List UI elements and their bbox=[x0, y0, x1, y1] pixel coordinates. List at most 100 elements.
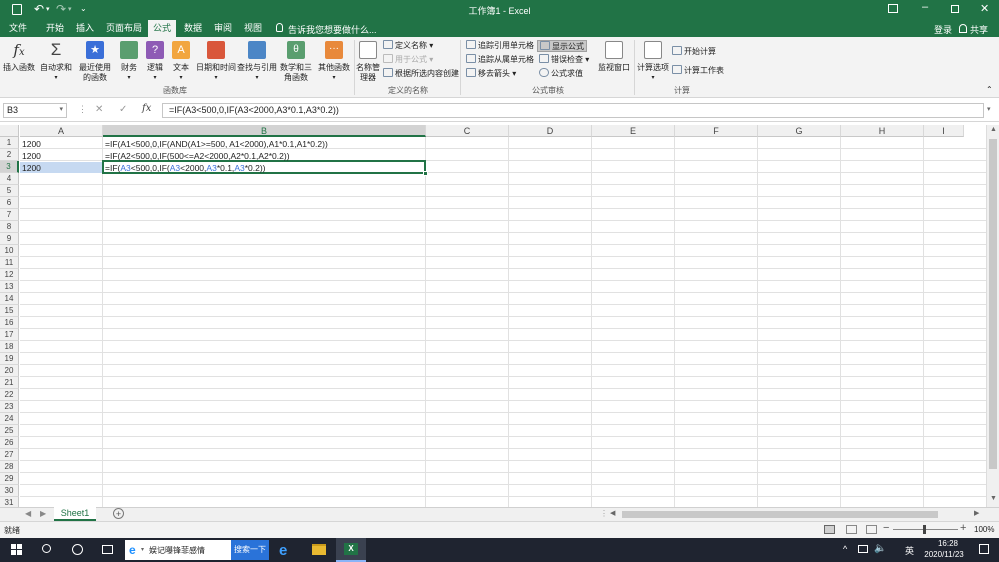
horizontal-scrollbar[interactable]: ◀ ▶ bbox=[608, 509, 986, 520]
insert-function-icon[interactable]: fx bbox=[142, 103, 151, 114]
clock-time[interactable]: 16:28 bbox=[928, 539, 968, 548]
edge-icon[interactable]: e bbox=[279, 542, 287, 559]
tab-data[interactable]: 数据 bbox=[180, 20, 206, 37]
watch-glasses-icon bbox=[605, 41, 623, 59]
tab-insert[interactable]: 插入 bbox=[72, 20, 98, 37]
calculator-icon bbox=[644, 41, 662, 59]
dropdown-icon: ▾ bbox=[141, 547, 145, 553]
calculate-now-button[interactable]: 开始计算 bbox=[672, 46, 716, 58]
add-sheet-icon[interactable]: + bbox=[113, 508, 124, 519]
clock-date[interactable]: 2020/11/23 bbox=[916, 550, 972, 559]
expand-formula-bar-icon[interactable]: ▾ bbox=[987, 105, 991, 113]
normal-view-icon[interactable] bbox=[824, 525, 835, 534]
worksheet-grid[interactable]: ABCDEFGHI 1 2 3 4 5 6 7 8 9 10 11 12 13 14 15 16 17 18 19 2… bbox=[0, 125, 999, 509]
cortana-icon[interactable] bbox=[72, 544, 83, 555]
page-layout-view-icon[interactable] bbox=[846, 525, 857, 534]
create-from-selection-button[interactable]: 根据所选内容创建 bbox=[383, 68, 459, 80]
defined-names-group-label: 定义的名称 bbox=[388, 86, 428, 95]
error-checking-button[interactable]: 错误检查 ▾ bbox=[539, 54, 589, 66]
notification-icon[interactable] bbox=[979, 544, 989, 554]
share-button[interactable]: 共享 bbox=[970, 23, 988, 36]
zoom-slider-thumb[interactable] bbox=[923, 525, 926, 534]
cell-b3[interactable]: =IF(A3<500,0,IF(A3<2000,A3*0.1,A3*0.2)) bbox=[103, 162, 426, 174]
maximize-icon[interactable] bbox=[951, 5, 959, 13]
cell-a2[interactable]: 1200 bbox=[20, 150, 102, 162]
cell-a1[interactable]: 1200 bbox=[20, 138, 102, 150]
lookup-reference-button[interactable]: 查找与引用 ▾ bbox=[237, 41, 277, 83]
formula-bar-grip-icon[interactable]: ⋮ bbox=[78, 104, 87, 115]
define-name-button[interactable]: 定义名称 ▾ bbox=[383, 40, 433, 52]
zoom-slider[interactable] bbox=[893, 525, 958, 534]
trace-dependents-button[interactable]: 追踪从属单元格 bbox=[466, 54, 534, 66]
tab-home[interactable]: 开始 bbox=[42, 20, 68, 37]
insert-function-button[interactable]: fx 插入函数 bbox=[2, 41, 36, 73]
next-sheet-icon[interactable]: ▶ bbox=[40, 509, 46, 518]
text-button[interactable]: A 文本 ▾ bbox=[169, 41, 193, 83]
tab-file[interactable]: 文件 bbox=[4, 20, 32, 37]
cell-a3[interactable]: 1200 bbox=[20, 162, 102, 174]
cell-b2[interactable]: =IF(A2<500,0,IF(500<=A2<2000,A2*0.1,A2*0… bbox=[103, 150, 426, 162]
windows-start-icon[interactable] bbox=[11, 544, 22, 555]
create-from-selection-label: 根据所选内容创建 bbox=[395, 69, 459, 78]
tab-page-layout[interactable]: 页面布局 bbox=[104, 20, 144, 37]
remove-arrows-button[interactable]: 移去箭头 ▾ bbox=[466, 68, 516, 80]
show-formulas-button[interactable]: 显示公式 bbox=[537, 40, 587, 52]
watch-window-button[interactable]: 监视窗口 bbox=[596, 41, 632, 73]
autosum-button[interactable]: Σ 自动求和 ▾ bbox=[38, 41, 74, 83]
cell-b1[interactable]: =IF(A1<500,0,IF(AND(A1>=500, A1<2000),A1… bbox=[103, 138, 426, 150]
formula-input[interactable]: =IF(A3<500,0,IF(A3<2000,A3*0.1,A3*0.2)) bbox=[162, 103, 984, 118]
close-icon[interactable]: ✕ bbox=[980, 2, 989, 15]
file-explorer-icon[interactable] bbox=[312, 544, 326, 555]
ribbon-display-icon[interactable] bbox=[888, 4, 898, 13]
logical-label: 逻辑 bbox=[147, 63, 163, 72]
tell-me-search[interactable]: 告诉我您想要做什么... bbox=[288, 23, 377, 36]
tab-split-handle[interactable]: ⋮ bbox=[600, 509, 608, 518]
scroll-up-icon[interactable]: ▲ bbox=[990, 126, 997, 133]
trace-precedents-button[interactable]: 追踪引用单元格 bbox=[466, 40, 534, 52]
horizontal-scroll-thumb[interactable] bbox=[622, 511, 938, 518]
scroll-left-icon[interactable]: ◀ bbox=[610, 509, 615, 517]
task-view-icon[interactable] bbox=[102, 545, 113, 554]
scroll-down-icon[interactable]: ▼ bbox=[990, 495, 997, 502]
date-time-button[interactable]: 日期和时间 ▾ bbox=[194, 41, 238, 83]
use-in-formula-button[interactable]: 用于公式 ▾ bbox=[383, 54, 433, 66]
name-manager-button[interactable]: 名称管理器 bbox=[356, 41, 380, 83]
evaluate-formula-label: 公式求值 bbox=[551, 69, 583, 78]
cancel-icon[interactable]: ✕ bbox=[95, 104, 103, 115]
calculation-options-button[interactable]: 计算选项 ▾ bbox=[636, 41, 670, 83]
calculate-sheet-button[interactable]: 计算工作表 bbox=[672, 65, 724, 77]
network-icon[interactable] bbox=[858, 545, 868, 553]
search-now-button[interactable]: 搜索一下 bbox=[231, 540, 269, 560]
math-trig-button[interactable]: θ 数学和三角函数 bbox=[278, 41, 314, 83]
name-box[interactable]: B3 ▾ bbox=[3, 103, 67, 118]
name-box-dropdown-icon[interactable]: ▾ bbox=[59, 105, 63, 113]
minimize-icon[interactable]: – bbox=[922, 1, 928, 13]
zoom-in-icon[interactable]: + bbox=[960, 522, 966, 534]
scroll-right-icon[interactable]: ▶ bbox=[974, 509, 979, 517]
collapse-ribbon-icon[interactable]: ⌃ bbox=[986, 85, 993, 94]
volume-icon[interactable]: 🔈 bbox=[874, 543, 886, 554]
excel-taskbar-button[interactable]: X bbox=[336, 538, 366, 562]
evaluate-formula-button[interactable]: 公式求值 bbox=[539, 68, 583, 80]
search-icon[interactable] bbox=[42, 544, 51, 553]
tab-review[interactable]: 审阅 bbox=[210, 20, 236, 37]
chevron-down-icon: ▾ bbox=[153, 75, 157, 81]
more-functions-button[interactable]: ··· 其他函数 ▾ bbox=[315, 41, 353, 83]
ime-indicator[interactable]: 英 bbox=[905, 544, 914, 557]
page-break-view-icon[interactable] bbox=[866, 525, 877, 534]
recently-used-button[interactable]: ★ 最近使用的函数 bbox=[74, 41, 116, 83]
sheet-tab-sheet1[interactable]: Sheet1 bbox=[54, 507, 96, 521]
logical-button[interactable]: ? 逻辑 ▾ bbox=[143, 41, 167, 83]
vertical-scrollbar[interactable]: ▲ ▼ bbox=[986, 125, 999, 507]
enter-icon[interactable]: ✓ bbox=[119, 104, 127, 115]
tab-view[interactable]: 视图 bbox=[240, 20, 266, 37]
zoom-out-icon[interactable]: − bbox=[883, 522, 889, 534]
tab-formulas[interactable]: 公式 bbox=[148, 20, 176, 37]
vertical-scroll-thumb[interactable] bbox=[989, 139, 997, 469]
sign-in-link[interactable]: 登录 bbox=[934, 23, 952, 36]
show-hidden-icons-icon[interactable]: ^ bbox=[843, 544, 847, 554]
financial-button[interactable]: 财务 ▾ bbox=[117, 41, 141, 83]
browser-search-box[interactable]: e ▾ 娱记曝锋菲感情 bbox=[125, 540, 231, 560]
prev-sheet-icon[interactable]: ◀ bbox=[25, 509, 31, 518]
zoom-level[interactable]: 100% bbox=[974, 525, 994, 534]
